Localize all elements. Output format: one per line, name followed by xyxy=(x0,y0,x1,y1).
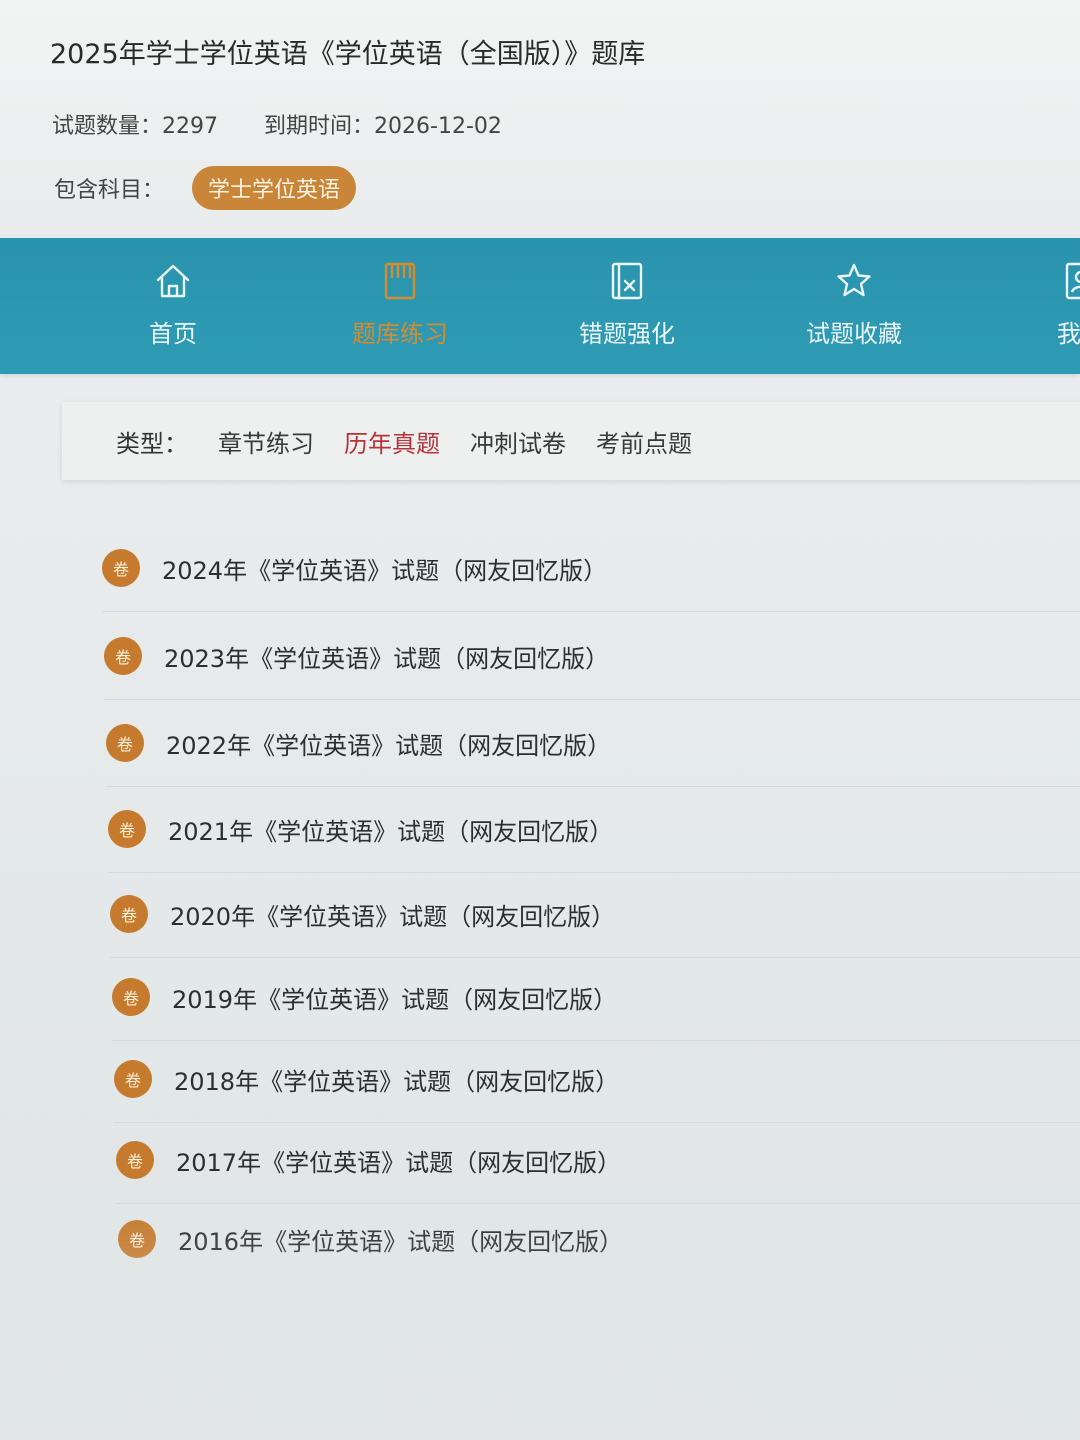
nav-item-wrong-questions[interactable]: 错题强化 xyxy=(532,238,722,374)
filter-type-label: 类型： xyxy=(116,429,188,458)
nav-label-question-bank: 题库练习 xyxy=(352,320,448,348)
home-icon xyxy=(156,264,190,298)
paper-badge-icon: 卷 xyxy=(116,1141,154,1179)
paper-list-item[interactable]: 卷 2019年《学位英语》试题（网友回忆版） xyxy=(112,954,1080,1041)
paper-badge-icon: 卷 xyxy=(104,637,142,675)
paper-badge-icon: 卷 xyxy=(102,549,140,587)
filter-option-sprint-papers[interactable]: 冲刺试卷 xyxy=(470,424,566,459)
paper-list-item[interactable]: 卷 2017年《学位英语》试题（网友回忆版） xyxy=(116,1117,1080,1204)
filter-option-chapter-practice[interactable]: 章节练习 xyxy=(218,424,314,459)
main-nav-bar: 首页 题库练习 错题强化 试题收藏 我的 xyxy=(0,238,1080,374)
paper-title[interactable]: 2016年《学位英语》试题（网友回忆版） xyxy=(178,1222,623,1257)
exam-bank-header: 2025年学士学位英语《学位英语（全国版）》题库 试题数量：2297 到期时间：2… xyxy=(0,0,1080,240)
paper-list-item[interactable]: 卷 2023年《学位英语》试题（网友回忆版） xyxy=(104,613,1080,700)
paper-badge-icon: 卷 xyxy=(114,1060,152,1098)
paper-list-item[interactable]: 卷 2016年《学位英语》试题（网友回忆版） xyxy=(118,1196,1080,1282)
paper-title[interactable]: 2018年《学位英语》试题（网友回忆版） xyxy=(174,1062,619,1097)
paper-badge-icon: 卷 xyxy=(110,895,148,933)
paper-list-item[interactable]: 卷 2022年《学位英语》试题（网友回忆版） xyxy=(106,700,1080,787)
paper-title[interactable]: 2017年《学位英语》试题（网友回忆版） xyxy=(176,1143,621,1178)
nav-label-mine: 我的 xyxy=(1057,320,1080,348)
paper-title[interactable]: 2020年《学位英语》试题（网友回忆版） xyxy=(170,897,615,932)
book-icon xyxy=(384,262,416,300)
paper-badge-icon: 卷 xyxy=(112,978,150,1016)
paper-title[interactable]: 2023年《学位英语》试题（网友回忆版） xyxy=(164,639,609,674)
subjects-label: 包含科目： xyxy=(54,178,165,203)
paper-list-item[interactable]: 卷 2024年《学位英语》试题（网友回忆版） xyxy=(102,525,1080,612)
question-count-label: 试题数量： xyxy=(52,114,163,139)
wrong-question-icon xyxy=(611,262,643,300)
subjects-row: 包含科目： 学士学位英语 xyxy=(54,165,357,211)
nav-item-favorites[interactable]: 试题收藏 xyxy=(759,238,949,374)
paper-title[interactable]: 2021年《学位英语》试题（网友回忆版） xyxy=(168,812,613,847)
question-count-value: 2297 xyxy=(162,114,219,139)
nav-label-wrong-questions: 错题强化 xyxy=(579,320,675,348)
page-title: 2025年学士学位英语《学位英语（全国版）》题库 xyxy=(50,39,646,70)
nav-label-home: 首页 xyxy=(149,320,197,348)
type-filter-bar: 类型： 章节练习 历年真题 冲刺试卷 考前点题 xyxy=(62,402,1080,480)
paper-badge-icon: 卷 xyxy=(108,810,146,848)
subject-tag[interactable]: 学士学位英语 xyxy=(192,166,357,210)
paper-badge-icon: 卷 xyxy=(106,724,144,762)
star-icon xyxy=(837,263,871,297)
paper-title[interactable]: 2024年《学位英语》试题（网友回忆版） xyxy=(162,551,607,586)
paper-title[interactable]: 2022年《学位英语》试题（网友回忆版） xyxy=(166,726,611,761)
nav-item-question-bank[interactable]: 题库练习 xyxy=(305,238,495,374)
paper-list-item[interactable]: 卷 2020年《学位英语》试题（网友回忆版） xyxy=(110,871,1080,958)
nav-label-favorites: 试题收藏 xyxy=(806,320,902,348)
filter-option-past-exams[interactable]: 历年真题 xyxy=(344,424,440,459)
filter-option-pre-exam-tips[interactable]: 考前点题 xyxy=(596,424,692,459)
expiry-date-value: 2026-12-02 xyxy=(374,114,502,139)
paper-list-item[interactable]: 卷 2021年《学位英语》试题（网友回忆版） xyxy=(108,786,1080,873)
paper-badge-icon: 卷 xyxy=(118,1220,156,1258)
user-icon xyxy=(1065,262,1080,300)
paper-list-item[interactable]: 卷 2018年《学位英语》试题（网友回忆版） xyxy=(114,1036,1080,1123)
exam-meta-row: 试题数量：2297 到期时间：2026-12-02 xyxy=(52,108,502,140)
expiry-label: 到期时间： xyxy=(264,114,375,139)
paper-title[interactable]: 2019年《学位英语》试题（网友回忆版） xyxy=(172,980,617,1015)
nav-item-home[interactable]: 首页 xyxy=(78,238,268,374)
nav-item-mine[interactable]: 我的 xyxy=(986,238,1080,374)
